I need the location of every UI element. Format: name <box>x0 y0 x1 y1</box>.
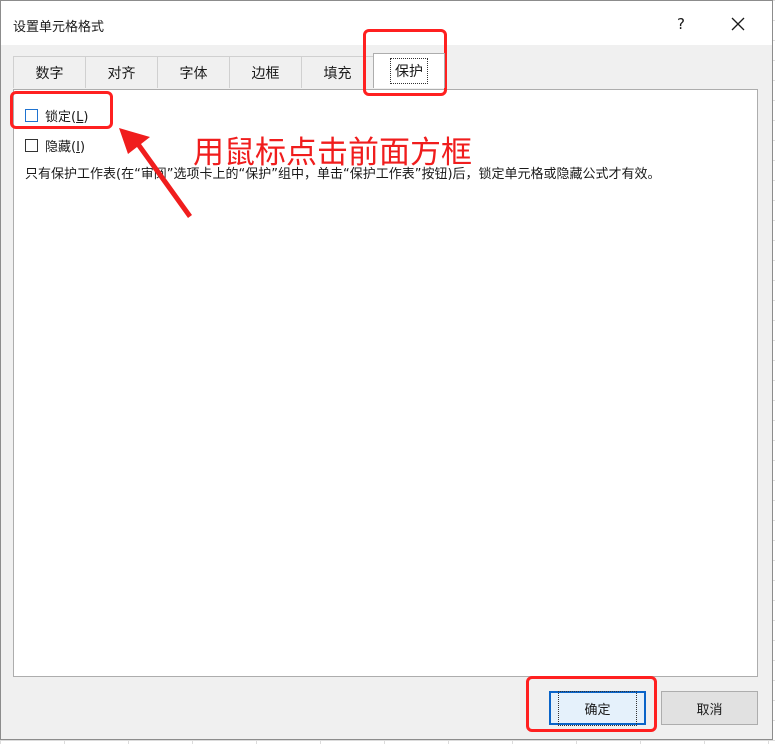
close-button[interactable] <box>721 9 755 39</box>
dialog-title: 设置单元格格式 <box>13 20 105 35</box>
tab-number[interactable]: 数字 <box>13 56 85 88</box>
tab-protection[interactable]: 保护 <box>373 53 445 88</box>
tab-strip: 数字 对齐 字体 边框 填充 保护 <box>13 53 445 90</box>
tab-font[interactable]: 字体 <box>157 56 229 88</box>
hidden-option[interactable]: 隐藏(I) <box>25 136 85 155</box>
annotation-text: 用鼠标点击前面方框 <box>193 135 472 171</box>
help-button[interactable]: ? <box>665 9 697 39</box>
protection-panel: 锁定(L) 隐藏(I) 只有保护工作表(在“审阅”选项卡上的“保护”组中，单击“… <box>13 89 758 677</box>
hidden-label: 隐藏(I) <box>45 140 86 155</box>
ok-button-highlight <box>526 676 657 732</box>
close-icon <box>731 17 745 31</box>
format-cells-dialog: 设置单元格格式 ? 数字 对齐 字体 边框 填充 保护 锁定(L) 隐藏(I) … <box>0 0 773 740</box>
locked-checkbox-highlight <box>10 91 113 129</box>
tab-alignment[interactable]: 对齐 <box>85 56 157 88</box>
cancel-button[interactable]: 取消 <box>661 691 758 725</box>
hidden-checkbox[interactable] <box>25 139 38 152</box>
tab-border[interactable]: 边框 <box>229 56 301 88</box>
